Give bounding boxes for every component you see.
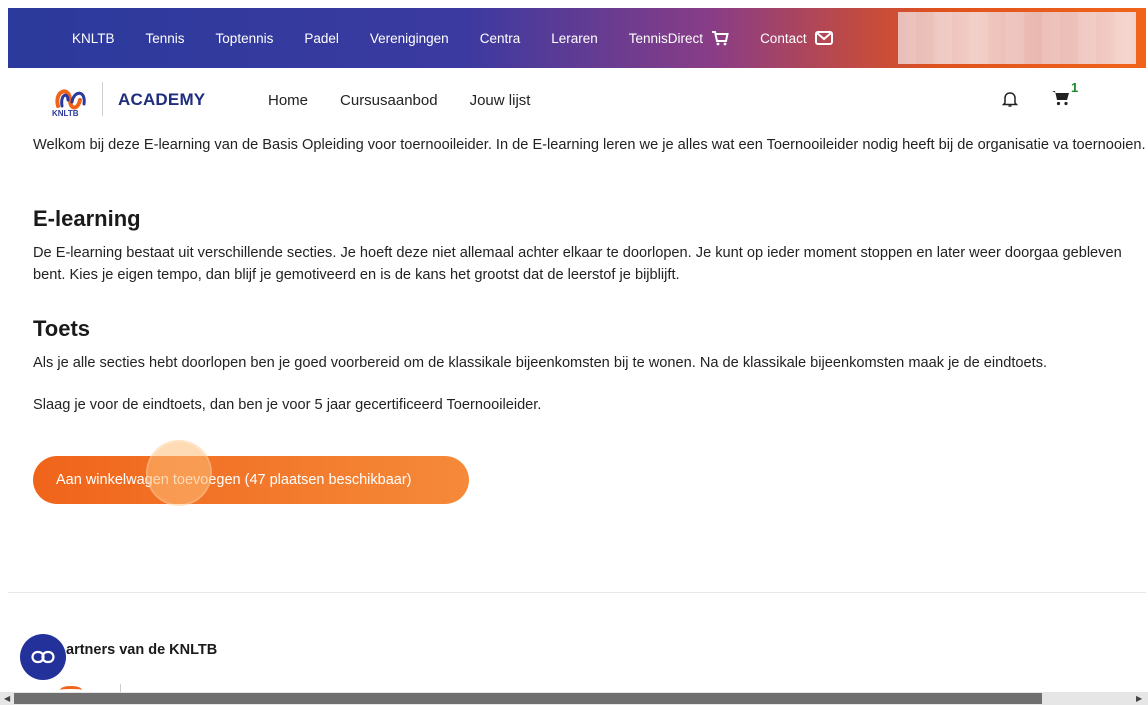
topnav-label: Centra (479, 30, 521, 46)
nav-cursusaanbod[interactable]: Cursusaanbod (340, 92, 438, 109)
academy-header: KNLTB ACADEMY Home Cursusaanbod Jouw lij… (8, 68, 1146, 130)
main-nav: Home Cursusaanbod Jouw lijst (268, 92, 562, 109)
elearning-heading: E-learning (33, 206, 141, 231)
topnav-label: Verenigingen (369, 30, 449, 46)
toets-text: Als je alle secties hebt doorlopen ben j… (33, 355, 1048, 371)
nav-home[interactable]: Home (268, 92, 308, 109)
left-gutter (0, 68, 8, 692)
top-navigation-bar: KNLTB Tennis Toptennis Padel Vereniginge… (8, 8, 1146, 68)
blurred-account-area[interactable] (898, 12, 1136, 64)
link-icon (31, 650, 55, 664)
topnav-leraren[interactable]: Leraren (551, 31, 598, 46)
logo-divider (102, 82, 103, 116)
topnav-centra[interactable]: Centra (480, 31, 521, 46)
topnav-tennisdirect[interactable]: TennisDirect (629, 30, 729, 46)
topnav-knltb[interactable]: KNLTB (72, 31, 115, 46)
add-to-cart-button[interactable]: Aan winkelwagen toevoegen (47 plaatsen b… (33, 456, 469, 504)
intro-text: Welkom bij deze E-learning van de Basis … (33, 137, 1146, 153)
shopping-cart-icon[interactable] (1051, 88, 1071, 106)
topnav-contact[interactable]: Contact (760, 31, 833, 46)
academy-title[interactable]: ACADEMY (118, 90, 205, 110)
topnav-label: Leraren (551, 30, 598, 46)
top-nav: KNLTB Tennis Toptennis Padel Vereniginge… (72, 30, 864, 46)
topnav-label: Contact (760, 30, 807, 46)
topnav-tennis[interactable]: Tennis (146, 31, 185, 46)
topnav-toptennis[interactable]: Toptennis (216, 31, 274, 46)
footer-divider (8, 592, 1146, 593)
scrollbar-thumb[interactable] (14, 693, 1042, 704)
bell-icon[interactable] (1002, 90, 1018, 108)
elearning-text: De E-learning bestaat uit verschillende … (33, 245, 1122, 283)
cart-icon (712, 31, 729, 46)
topnav-label: TennisDirect (628, 30, 704, 46)
logo-text: KNLTB (52, 109, 79, 118)
topnav-label: Toptennis (215, 30, 274, 46)
cart-count-badge: 1 (1071, 80, 1079, 95)
topnav-label: KNLTB (72, 30, 115, 46)
topnav-padel[interactable]: Padel (304, 31, 339, 46)
topnav-label: Padel (304, 30, 339, 46)
scroll-left-arrow-icon[interactable]: ◀ (4, 694, 10, 703)
topnav-label: Tennis (145, 30, 185, 46)
nav-jouw-lijst[interactable]: Jouw lijst (470, 92, 531, 109)
mail-icon (814, 31, 833, 45)
click-indicator (148, 442, 210, 504)
scroll-right-arrow-icon[interactable]: ▶ (1136, 694, 1142, 703)
topnav-verenigingen[interactable]: Verenigingen (370, 31, 449, 46)
toets-heading: Toets (33, 316, 91, 341)
horizontal-scrollbar[interactable]: ◀ ▶ (0, 692, 1148, 705)
certification-text: Slaag je voor de eindtoets, dan ben je v… (33, 397, 542, 413)
accessibility-button[interactable] (20, 634, 66, 680)
partners-heading: artners van de KNLTB (66, 642, 218, 658)
